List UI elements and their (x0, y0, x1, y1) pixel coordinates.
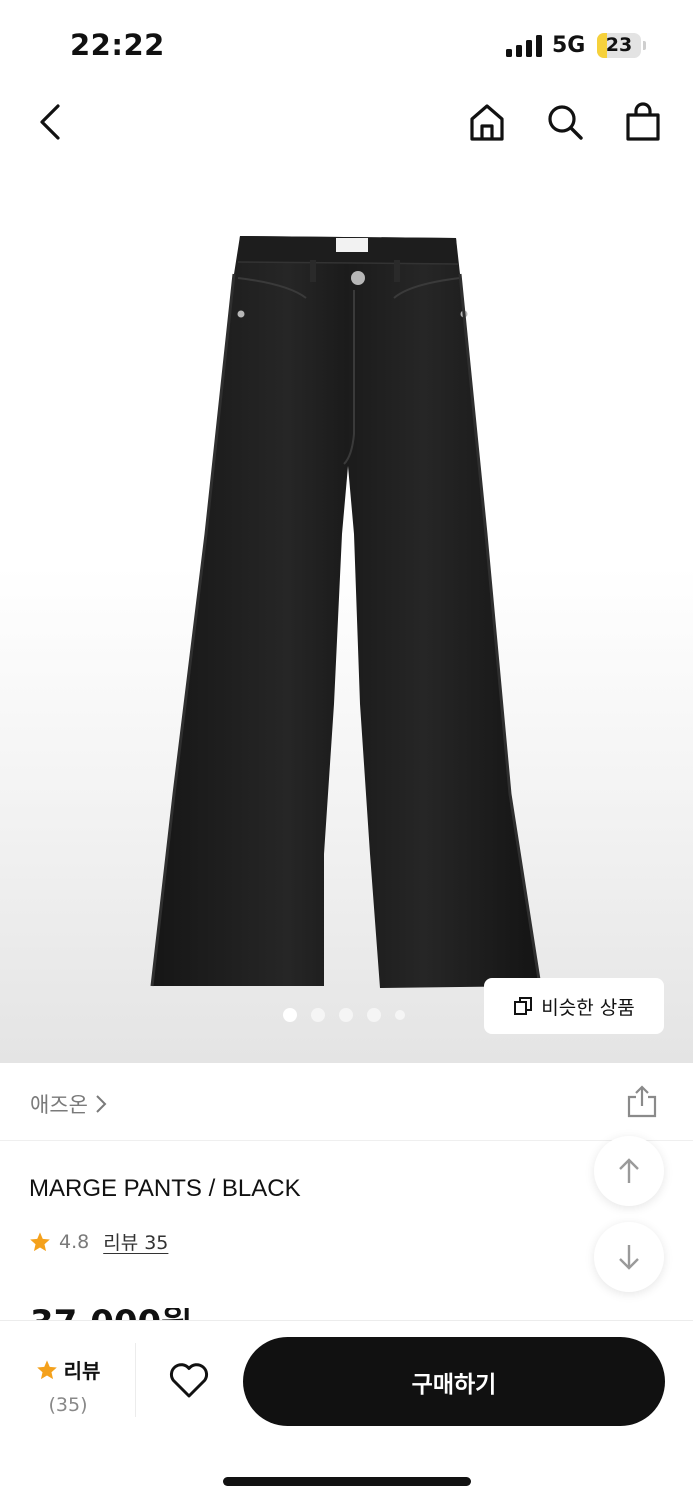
battery-percent: 23 (605, 34, 633, 56)
review-tab-label: 리뷰 (63, 1359, 101, 1383)
review-tab-count: (35) (48, 1394, 88, 1416)
carousel-dots[interactable] (283, 1008, 405, 1022)
brand-name: 애즈온 (30, 1093, 88, 1117)
buy-button[interactable]: 구매하기 (243, 1337, 665, 1426)
heart-icon (170, 1363, 208, 1398)
status-time: 22:22 (70, 28, 165, 62)
arrow-down-icon (619, 1245, 639, 1270)
share-icon (627, 1085, 657, 1118)
carousel-dot[interactable] (311, 1008, 325, 1022)
battery-icon: 23 (597, 33, 641, 58)
home-icon (470, 104, 504, 141)
wishlist-button[interactable] (168, 1361, 210, 1403)
copy-icon (514, 997, 533, 1015)
similar-products-label: 비슷한 상품 (541, 996, 635, 1019)
product-image-gallery[interactable]: 비슷한 상품 (0, 160, 693, 1063)
review-tab-button[interactable]: 리뷰 (35) (30, 1355, 106, 1416)
similar-products-button[interactable]: 비슷한 상품 (484, 978, 664, 1034)
carousel-dot[interactable] (283, 1008, 297, 1022)
status-bar: 22:22 5G 23 (0, 0, 693, 90)
chevron-left-icon (40, 104, 60, 140)
search-button[interactable] (544, 100, 586, 144)
carousel-dot[interactable] (367, 1008, 381, 1022)
scroll-top-button[interactable] (594, 1136, 664, 1206)
back-button[interactable] (30, 100, 70, 144)
network-label: 5G (552, 33, 586, 58)
cart-button[interactable] (622, 100, 664, 144)
star-icon (30, 1231, 50, 1251)
brand-row: 애즈온 (0, 1063, 693, 1141)
search-icon (548, 105, 583, 140)
rating-row: 4.8 리뷰 35 (29, 1228, 168, 1255)
scroll-bottom-button[interactable] (594, 1222, 664, 1292)
battery-cap (643, 41, 646, 50)
signal-icon (506, 35, 544, 57)
shopping-bag-icon (626, 102, 660, 141)
review-link[interactable]: 리뷰 35 (103, 1228, 168, 1255)
bottom-action-bar: 리뷰 (35) 구매하기 (0, 1320, 693, 1500)
brand-link[interactable]: 애즈온 (30, 1089, 108, 1119)
bar-divider (135, 1343, 136, 1417)
star-icon (36, 1359, 57, 1379)
rating-value: 4.8 (59, 1230, 90, 1253)
product-image (150, 236, 542, 988)
share-button[interactable] (626, 1085, 658, 1123)
home-button[interactable] (466, 100, 508, 144)
product-title: MARGE PANTS / BLACK (29, 1175, 301, 1202)
home-indicator (223, 1477, 471, 1486)
carousel-dot[interactable] (339, 1008, 353, 1022)
chevron-right-icon (96, 1095, 107, 1113)
carousel-dot[interactable] (395, 1010, 405, 1020)
arrow-up-icon (619, 1158, 639, 1183)
